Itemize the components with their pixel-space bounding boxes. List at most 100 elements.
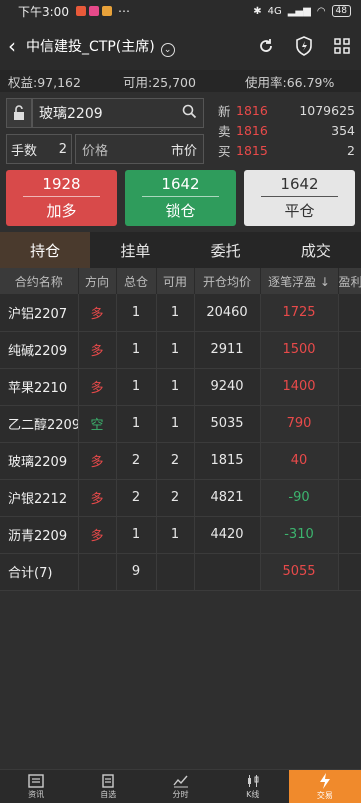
symbol-input[interactable]: 玻璃2209 — [32, 98, 204, 128]
position-total: 2 — [116, 442, 157, 480]
col-header-avg-price[interactable]: 开仓均价 — [194, 268, 261, 294]
position-available: 1 — [156, 368, 195, 406]
table-row[interactable]: 沥青2209 多 1 1 4420 -310 — [0, 516, 361, 554]
position-float-pl: -90 — [260, 479, 339, 517]
col-header-float-pl[interactable]: 逐笔浮盈 ↓ — [260, 268, 339, 294]
table-row[interactable]: 苹果2210 多 1 1 9240 1400 — [0, 368, 361, 406]
position-direction: 多 — [78, 331, 117, 369]
position-total: 1 — [116, 331, 157, 369]
position-name: 乙二醇2209 — [0, 405, 79, 443]
grid-menu-icon[interactable] — [331, 35, 353, 57]
price-field[interactable]: 价格 市价 — [75, 134, 204, 164]
quote-last: 新 1816 1079625 — [218, 102, 355, 119]
position-float-pl: 1725 — [260, 294, 339, 332]
position-available: 2 — [156, 442, 195, 480]
table-total-row: 合计(7) 9 5055 — [0, 553, 361, 591]
quote-ask: 卖 1816 354 — [218, 122, 355, 139]
nav-timeshare[interactable]: 分时 — [144, 770, 216, 803]
nav-trade[interactable]: 交易 — [288, 770, 361, 803]
total-profit — [338, 553, 361, 591]
col-header-profit[interactable]: 盈利 — [338, 268, 361, 294]
total-positions: 9 — [116, 553, 157, 591]
trade-actions: 1928 加多 1642 锁仓 1642 平仓 — [0, 162, 361, 228]
table-row[interactable]: 沪铝2207 多 1 1 20460 1725 — [0, 294, 361, 332]
position-profit — [338, 442, 361, 480]
account-summary: 权益:97,162 可用:25,700 使用率:66.79% — [0, 70, 361, 92]
equity-value: 权益:97,162 — [8, 74, 81, 90]
position-direction: 多 — [78, 516, 117, 554]
refresh-icon[interactable] — [255, 35, 277, 57]
position-direction: 空 — [78, 405, 117, 443]
position-direction: 多 — [78, 479, 117, 517]
app-notification-icon — [88, 6, 99, 16]
position-avg-price: 2911 — [194, 331, 261, 369]
position-profit — [338, 331, 361, 369]
position-float-pl: 1500 — [260, 331, 339, 369]
price-label: 价格 — [82, 143, 109, 159]
signal-icon: ▂▄▆ — [287, 5, 311, 17]
quote-bid: 买 1815 2 — [218, 142, 355, 159]
table-row[interactable]: 乙二醇2209 空 1 1 5035 790 — [0, 405, 361, 443]
bluetooth-icon: ✱ — [253, 5, 262, 17]
app-notification-icon — [75, 6, 86, 16]
lock-icon[interactable] — [6, 98, 32, 128]
position-name: 沪银2212 — [0, 479, 79, 517]
table-row[interactable]: 沪银2212 多 2 2 4821 -90 — [0, 479, 361, 517]
nav-kline[interactable]: K线 — [217, 770, 289, 803]
symbol-value: 玻璃2209 — [39, 106, 103, 122]
tab-pending[interactable]: 挂单 — [90, 232, 180, 268]
kline-icon — [247, 774, 259, 787]
page-title: 中信建投_CTP(主席) — [26, 39, 155, 55]
position-avg-price: 9240 — [194, 368, 261, 406]
empty-area — [0, 605, 361, 769]
position-total: 1 — [116, 516, 157, 554]
table-header: 合约名称 方向 总仓 可用 开仓均价 逐笔浮盈 ↓ 盈利 — [0, 268, 361, 294]
app-header: ‹ 中信建投_CTP(主席) ⌄ — [0, 22, 361, 70]
nav-watchlist[interactable]: 自选 — [72, 770, 144, 803]
quantity-field[interactable]: 手数 2 — [6, 134, 72, 164]
total-available — [156, 553, 195, 591]
quote-panel: 新 1816 1079625 卖 1816 354 买 1815 2 — [204, 98, 361, 162]
chevron-down-icon[interactable]: ⌄ — [160, 43, 175, 57]
position-float-pl: 1400 — [260, 368, 339, 406]
status-time: 下午3:00 — [18, 4, 69, 19]
position-avg-price: 1815 — [194, 442, 261, 480]
lock-position-button[interactable]: 1642 锁仓 — [125, 170, 236, 226]
position-available: 1 — [156, 405, 195, 443]
position-direction: 多 — [78, 294, 117, 332]
account-selector[interactable]: 中信建投_CTP(主席) ⌄ — [26, 35, 175, 57]
timeshare-icon — [172, 775, 188, 787]
position-float-pl: 790 — [260, 405, 339, 443]
flash-order-icon[interactable] — [293, 35, 315, 57]
position-profit — [338, 368, 361, 406]
nav-news[interactable]: 资讯 — [0, 770, 72, 803]
add-long-button[interactable]: 1928 加多 — [6, 170, 117, 226]
col-header-direction[interactable]: 方向 — [78, 268, 117, 294]
tab-orders[interactable]: 委托 — [181, 232, 271, 268]
table-row[interactable]: 玻璃2209 多 2 2 1815 40 — [0, 442, 361, 480]
search-icon[interactable] — [182, 104, 197, 123]
col-header-total[interactable]: 总仓 — [116, 268, 157, 294]
tab-positions[interactable]: 持仓 — [0, 232, 91, 268]
position-available: 1 — [156, 331, 195, 369]
bottom-nav: 资讯 自选 分时 K线 交易 — [0, 769, 361, 803]
position-total: 2 — [116, 479, 157, 517]
tab-trades[interactable]: 成交 — [271, 232, 361, 268]
position-total: 1 — [116, 294, 157, 332]
position-total: 1 — [116, 405, 157, 443]
price-value: 市价 — [170, 143, 197, 159]
position-profit — [338, 294, 361, 332]
order-panel: 玻璃2209 手数 2 价格 市价 新 1816 1079625 卖 1816 … — [0, 92, 361, 164]
positions-table: 合约名称 方向 总仓 可用 开仓均价 逐笔浮盈 ↓ 盈利 沪铝2207 多 1 1 20… — [0, 268, 361, 591]
position-direction: 多 — [78, 368, 117, 406]
position-total: 1 — [116, 368, 157, 406]
table-row[interactable]: 纯碱2209 多 1 1 2911 1500 — [0, 331, 361, 369]
col-header-available[interactable]: 可用 — [156, 268, 195, 294]
close-position-button[interactable]: 1642 平仓 — [244, 170, 355, 226]
col-header-name[interactable]: 合约名称 — [0, 268, 79, 294]
position-profit — [338, 405, 361, 443]
quantity-value: 2 — [58, 141, 67, 157]
trade-icon — [319, 772, 330, 789]
position-name: 沥青2209 — [0, 516, 79, 554]
back-arrow-icon[interactable]: ‹ — [8, 34, 26, 58]
